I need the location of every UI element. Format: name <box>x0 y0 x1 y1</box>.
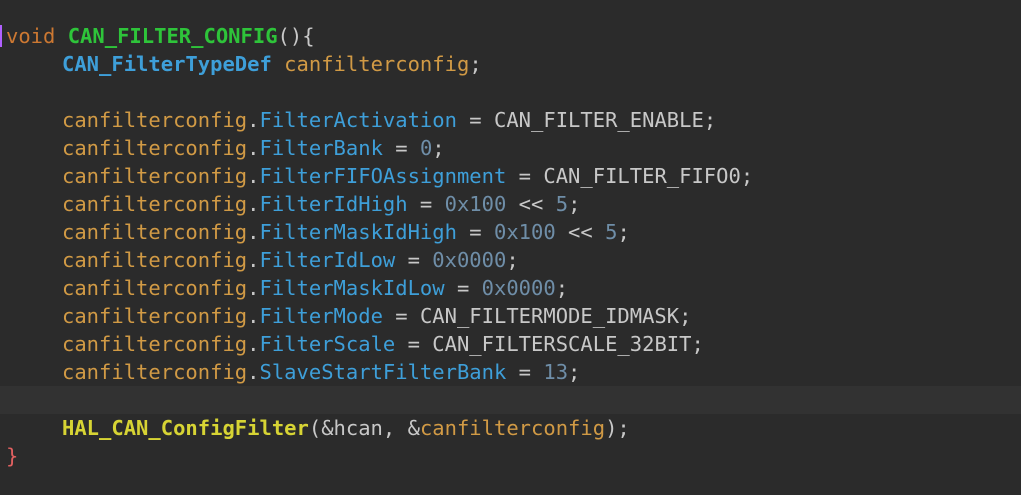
variable-name: canfilterconfig <box>284 52 470 76</box>
field-name: FilterBank <box>259 136 383 160</box>
dot: . <box>247 192 260 216</box>
dot: . <box>247 276 260 300</box>
dot: . <box>247 164 260 188</box>
dot: . <box>247 332 260 356</box>
semicolon: ; <box>506 248 519 272</box>
code-line-assignment[interactable]: canfilterconfig.FilterIdHigh = 0x100 << … <box>0 190 1021 218</box>
field-name: FilterScale <box>259 332 396 356</box>
keyword-void: void <box>6 24 56 48</box>
object-name: canfilterconfig <box>62 248 248 272</box>
field-name: FilterIdHigh <box>259 192 408 216</box>
code-line-assignment[interactable]: canfilterconfig.FilterIdLow = 0x0000; <box>0 246 1021 274</box>
assign-operator: = <box>506 164 544 188</box>
code-line-assignment[interactable]: canfilterconfig.SlaveStartFilterBank = 1… <box>0 358 1021 386</box>
dot: . <box>247 220 260 244</box>
object-name: canfilterconfig <box>62 304 248 328</box>
code-line-assignment[interactable]: canfilterconfig.FilterMaskIdLow = 0x0000… <box>0 274 1021 302</box>
semicolon: ; <box>568 360 581 384</box>
object-name: canfilterconfig <box>62 192 248 216</box>
object-name: canfilterconfig <box>62 108 248 132</box>
assigned-value: 0x0000 <box>432 248 507 272</box>
assigned-value: 0x100 <box>444 192 507 216</box>
code-line-assignment[interactable]: canfilterconfig.FilterActivation = CAN_F… <box>0 106 1021 134</box>
hal-function-name: HAL_CAN_ConfigFilter <box>62 416 309 440</box>
shift-operator: << <box>555 220 606 244</box>
semicolon: ; <box>679 304 692 328</box>
dot: . <box>247 360 260 384</box>
code-line-assignment[interactable]: canfilterconfig.FilterMaskIdHigh = 0x100… <box>0 218 1021 246</box>
assign-operator: = <box>395 248 433 272</box>
assigned-value: 0x100 <box>494 220 556 244</box>
dot: . <box>247 304 260 328</box>
close-paren: ); <box>605 416 630 440</box>
field-name: FilterMaskIdLow <box>259 276 445 300</box>
field-name: FilterMode <box>259 304 383 328</box>
assigned-value: CAN_FILTER_FIFO0 <box>543 164 741 188</box>
code-line-blank[interactable] <box>0 78 1021 106</box>
semicolon: ; <box>703 108 717 132</box>
code-line-current[interactable] <box>0 386 1021 414</box>
open-paren: ( <box>308 416 322 440</box>
assign-operator: = <box>382 136 420 160</box>
object-name: canfilterconfig <box>62 332 248 356</box>
code-line-declaration[interactable]: CAN_FilterTypeDef canfilterconfig; <box>0 50 1021 78</box>
code-line-assignment[interactable]: canfilterconfig.FilterBank = 0; <box>0 134 1021 162</box>
assigned-value: CAN_FILTER_ENABLE <box>494 108 704 132</box>
arg-separator: , <box>382 416 408 440</box>
assigned-value: 0 <box>419 136 433 160</box>
semicolon: ; <box>555 276 569 300</box>
open-brace: { <box>302 24 315 48</box>
semicolon: ; <box>568 192 581 216</box>
code-line-signature[interactable]: void CAN_FILTER_CONFIG(){ <box>0 22 1021 50</box>
assign-operator: = <box>395 332 433 356</box>
assign-operator: = <box>456 108 494 132</box>
assign-operator: = <box>506 360 544 384</box>
dot: . <box>247 136 260 160</box>
semicolon: ; <box>691 332 704 356</box>
type-name: CAN_FilterTypeDef <box>62 52 272 76</box>
code-editor[interactable]: void CAN_FILTER_CONFIG(){ CAN_FilterType… <box>0 0 1021 495</box>
assign-operator: = <box>382 304 420 328</box>
semicolon: ; <box>740 164 754 188</box>
object-name: canfilterconfig <box>62 164 248 188</box>
dot: . <box>247 108 260 132</box>
code-line-assignment[interactable]: canfilterconfig.FilterMode = CAN_FILTERM… <box>0 302 1021 330</box>
assign-operator: = <box>444 276 482 300</box>
field-name: SlaveStartFilterBank <box>259 360 507 384</box>
shift-amount: 5 <box>605 220 618 244</box>
code-line-assignment[interactable]: canfilterconfig.FilterFIFOAssignment = C… <box>0 162 1021 190</box>
close-brace: } <box>6 444 19 468</box>
object-name: canfilterconfig <box>62 276 248 300</box>
parens: () <box>277 24 303 48</box>
semicolon: ; <box>617 220 630 244</box>
arg-canfilterconfig: canfilterconfig <box>419 416 606 440</box>
assigned-value: CAN_FILTERMODE_IDMASK <box>419 304 680 328</box>
shift-amount: 5 <box>555 192 569 216</box>
code-line-assignment[interactable]: canfilterconfig.FilterScale = CAN_FILTER… <box>0 330 1021 358</box>
object-name: canfilterconfig <box>62 220 248 244</box>
object-name: canfilterconfig <box>62 136 248 160</box>
field-name: FilterFIFOAssignment <box>259 164 507 188</box>
assign-operator: = <box>407 192 445 216</box>
function-name: CAN_FILTER_CONFIG <box>67 24 278 48</box>
code-line-call[interactable]: HAL_CAN_ConfigFilter(&hcan, &canfilterco… <box>0 414 1021 442</box>
field-name: FilterMaskIdHigh <box>259 220 457 244</box>
assigned-value: 13 <box>543 360 569 384</box>
field-name: FilterIdLow <box>259 248 396 272</box>
assigned-value: CAN_FILTERSCALE_32BIT <box>432 332 692 356</box>
code-line-close[interactable]: } <box>0 442 1021 470</box>
dot: . <box>247 248 260 272</box>
assign-operator: = <box>456 220 494 244</box>
ampersand: & <box>407 416 420 440</box>
semicolon: ; <box>432 136 445 160</box>
shift-operator: << <box>506 192 556 216</box>
assigned-value: 0x0000 <box>481 276 556 300</box>
field-name: FilterActivation <box>259 108 457 132</box>
object-name: canfilterconfig <box>62 360 248 384</box>
arg-hcan: &hcan <box>321 416 383 440</box>
semicolon: ; <box>469 52 482 76</box>
